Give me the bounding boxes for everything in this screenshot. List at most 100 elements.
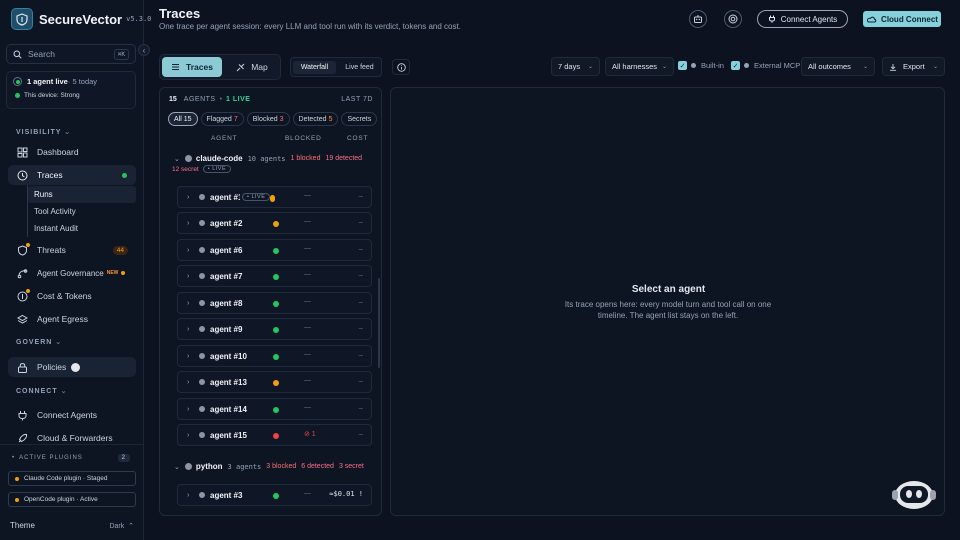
section-connect[interactable]: CONNECT ⌄: [16, 387, 67, 395]
outcomes-select[interactable]: All outcomes ⌄: [801, 57, 875, 76]
agents-label: AGENTS: [183, 96, 216, 103]
info-button[interactable]: [392, 59, 410, 75]
export-label: Export: [903, 62, 925, 71]
agent-row[interactable]: › agent #15 ⊘ 1 —: [177, 424, 372, 446]
plugin-claude-code[interactable]: Claude Code plugin · Staged: [8, 471, 136, 486]
range-label: LAST 7D: [341, 96, 373, 103]
target-button[interactable]: [724, 10, 742, 28]
shield-logo-icon: [11, 8, 33, 30]
waterfall-option[interactable]: Waterfall: [293, 60, 336, 74]
live-status-card[interactable]: 1 agent live · 5 today This device: Stro…: [6, 71, 136, 109]
agent-icon: [199, 432, 205, 438]
tab-map[interactable]: Map: [224, 57, 280, 77]
chip-all[interactable]: All 15: [168, 112, 198, 126]
agent-blocked: —: [304, 245, 311, 252]
agent-status-dot: [273, 248, 279, 254]
agent-row[interactable]: › agent #2 — —: [177, 212, 372, 234]
harness-value: All harnesses: [612, 62, 658, 71]
chip-blocked[interactable]: Blocked 3: [246, 112, 290, 126]
trace-detail-panel: Select an agent Its trace opens here: ev…: [390, 87, 945, 516]
plugins-count: 2: [117, 454, 130, 462]
agent-row[interactable]: › agent #6 — —: [177, 239, 372, 261]
list-scrollbar[interactable]: [378, 278, 380, 368]
sidebar-item-agent-governance[interactable]: Agent Governance NEW: [8, 263, 136, 283]
lock-icon: [17, 362, 28, 373]
robot-button[interactable]: [689, 10, 707, 28]
traces-live-dot: [122, 172, 127, 178]
group-claude-code[interactable]: ⌄ claude-code 10 agents 1 blocked 19 det…: [174, 154, 362, 163]
agent-cost: —: [358, 271, 363, 279]
agent-status-dot: [273, 380, 279, 386]
sidebar-subitem-runs[interactable]: Runs: [28, 186, 136, 203]
sidebar-item-connect-agents[interactable]: Connect Agents: [8, 405, 136, 425]
agent-blocked: —: [304, 271, 311, 278]
plugin-label: Claude Code plugin · Staged: [24, 475, 108, 482]
brand[interactable]: SecureVector v5.3.0: [11, 8, 151, 30]
agent-row[interactable]: › agent #1 • LIVE — —: [177, 186, 372, 208]
theme-selector[interactable]: Theme Dark ⌃: [10, 521, 134, 530]
plug-icon: [768, 15, 775, 23]
tab-traces[interactable]: Traces: [162, 57, 222, 77]
chevron-down-icon: ⌄: [661, 64, 667, 70]
section-visibility[interactable]: VISIBILITY ⌄: [16, 128, 71, 136]
cloud-connect-button[interactable]: Cloud Connect: [863, 11, 941, 27]
external-mcp-checkbox[interactable]: ✓ External MCP: [731, 61, 800, 70]
group-secret: 3 secret: [338, 463, 364, 470]
assistant-robot-icon[interactable]: [891, 478, 937, 512]
plug-icon: [17, 410, 28, 421]
agent-row[interactable]: › agent #13 — —: [177, 371, 372, 393]
date-range-select[interactable]: 7 days ⌄: [551, 57, 600, 76]
search-input[interactable]: Search ⌘K: [6, 44, 136, 64]
agents-live-count: 1 agent live: [27, 77, 68, 86]
sidebar-subitem-instant-audit[interactable]: Instant Audit: [28, 220, 136, 237]
agent-blocked: —: [304, 377, 311, 384]
agent-icon: [199, 194, 205, 200]
theme-value: Dark ⌃: [109, 522, 134, 530]
sidebar-item-agent-egress[interactable]: Agent Egress: [8, 309, 136, 329]
policies-toggle[interactable]: [71, 362, 81, 372]
sidebar: SecureVector v5.3.0 Search ⌘K 1 agent li…: [0, 0, 151, 540]
export-button[interactable]: Export ⌄: [882, 57, 945, 76]
builtin-checkbox[interactable]: ✓ Built-in: [678, 61, 724, 70]
connect-agents-button[interactable]: Connect Agents: [757, 10, 848, 28]
harness-select[interactable]: All harnesses ⌄: [605, 57, 674, 76]
agent-row[interactable]: › agent #8 — —: [177, 292, 372, 314]
agent-row[interactable]: › agent #14 — —: [177, 398, 372, 420]
agent-name: agent #1: [210, 192, 240, 202]
agent-blocked: —: [304, 351, 311, 358]
group-blocked: 3 blocked: [266, 463, 297, 470]
agent-status-dot: [273, 407, 279, 413]
cost-alert-dot: [26, 289, 30, 293]
active-plugins-header[interactable]: • ACTIVE PLUGINS 2: [12, 454, 130, 462]
sidebar-item-dashboard[interactable]: Dashboard: [8, 142, 136, 162]
agent-row[interactable]: › agent #3 — ≈$0.01 !: [177, 484, 372, 506]
agent-blocked: —: [304, 404, 311, 411]
governance-icon: [17, 268, 28, 279]
page-title: Traces: [159, 6, 201, 21]
group-python[interactable]: ⌄ python 3 agents 3 blocked 6 detected 3…: [174, 462, 364, 471]
sidebar-subitem-tool-activity[interactable]: Tool Activity: [28, 203, 136, 220]
sidebar-item-policies[interactable]: Policies: [8, 357, 136, 377]
agent-status-dot: [273, 301, 279, 307]
live-feed-option[interactable]: Live feed: [338, 64, 381, 71]
agent-row[interactable]: › agent #9 — —: [177, 318, 372, 340]
chip-secrets[interactable]: Secrets: [341, 112, 378, 126]
chip-flagged[interactable]: Flagged 7: [200, 112, 244, 126]
collapse-sidebar-button[interactable]: ‹: [138, 44, 150, 56]
sidebar-divider: [0, 444, 144, 445]
group-agent-count: 10 agents: [247, 154, 286, 163]
sidebar-item-cloud-forwarders[interactable]: Cloud & Forwarders: [8, 428, 136, 448]
agent-blocked: ⊘ 1: [304, 431, 316, 438]
agent-row[interactable]: › agent #7 — —: [177, 265, 372, 287]
agent-row[interactable]: › agent #10 — —: [177, 345, 372, 367]
check-icon: ✓: [678, 61, 687, 70]
chip-detected[interactable]: Detected 5: [292, 112, 339, 126]
chevron-right-icon: ›: [187, 272, 190, 280]
section-govern[interactable]: GOVERN ⌄: [16, 338, 62, 346]
sidebar-item-label: Policies: [37, 362, 67, 372]
plugin-opencode[interactable]: OpenCode plugin · Active: [8, 492, 136, 507]
agent-icon: [199, 247, 205, 253]
sidebar-item-traces[interactable]: Traces: [8, 165, 136, 185]
empty-state-title: Select an agent: [631, 284, 706, 295]
agent-blocked: —: [304, 192, 311, 199]
